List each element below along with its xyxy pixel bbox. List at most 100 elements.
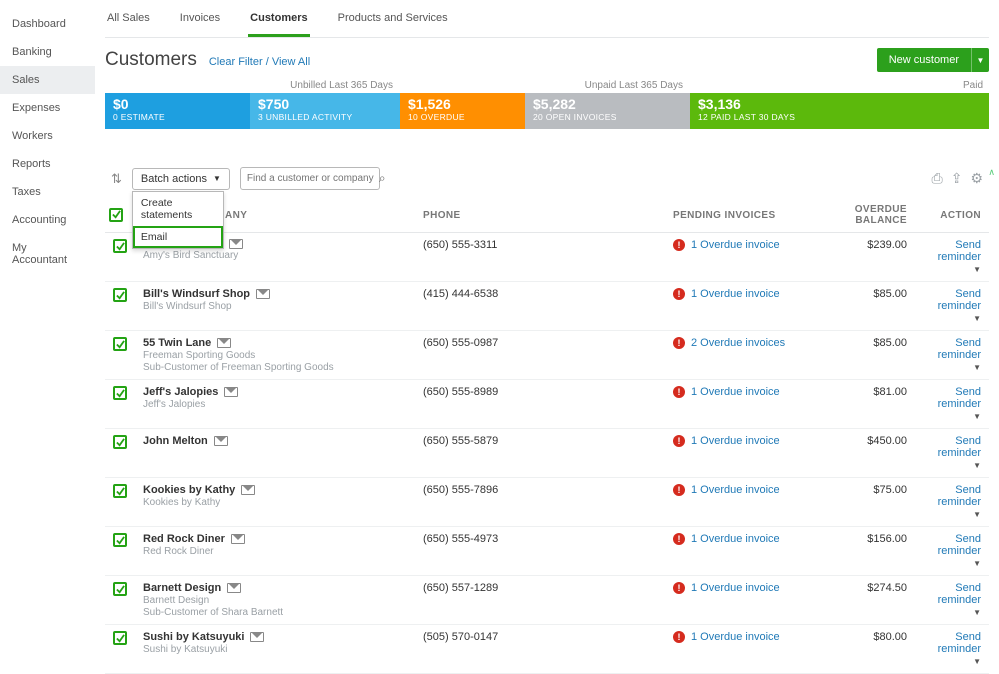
send-reminder-action[interactable]: Send reminder (923, 386, 981, 410)
tab-products-and-services[interactable]: Products and Services (336, 4, 450, 37)
pending-invoice-link[interactable]: 1 Overdue invoice (691, 239, 780, 251)
customer-name[interactable]: Barnett Design (143, 582, 221, 594)
row-checkbox[interactable] (113, 239, 127, 253)
tab-customers[interactable]: Customers (248, 4, 309, 37)
tab-invoices[interactable]: Invoices (178, 4, 222, 37)
customer-sub: Amy's Bird Sanctuary (143, 250, 407, 261)
mail-icon[interactable] (241, 485, 255, 495)
mail-icon[interactable] (231, 534, 245, 544)
action-dropdown[interactable]: ▼ (973, 314, 981, 323)
send-reminder-action[interactable]: Send reminder (923, 484, 981, 508)
customer-phone: (650) 555-0987 (415, 331, 665, 380)
col-header-overdue: OVERDUE BALANCE (815, 198, 915, 233)
mail-icon[interactable] (250, 632, 264, 642)
select-all-checkbox[interactable] (109, 208, 123, 222)
kpi-sub: 10 OVERDUE (408, 112, 517, 122)
pending-invoice-link[interactable]: 1 Overdue invoice (691, 386, 780, 398)
action-dropdown[interactable]: ▼ (973, 412, 981, 421)
action-dropdown[interactable]: ▼ (973, 265, 981, 274)
clear-filter-link[interactable]: Clear Filter / View All (209, 56, 310, 68)
customer-phone: (650) 555-5879 (415, 429, 665, 478)
settings-icon[interactable]: ⚙ (970, 170, 983, 187)
customer-name[interactable]: Jeff's Jalopies (143, 386, 218, 398)
mail-icon[interactable] (227, 583, 241, 593)
sidebar-item-accounting[interactable]: Accounting (0, 206, 95, 234)
batch-actions-menu: Create statements Email (132, 191, 224, 249)
search-icon[interactable]: ⌕ (379, 171, 386, 186)
batch-actions-button[interactable]: Batch actions ▼ Create statements Email (132, 168, 230, 190)
action-dropdown[interactable]: ▼ (973, 510, 981, 519)
batch-menu-email[interactable]: Email (133, 226, 223, 248)
pending-invoice-link[interactable]: 1 Overdue invoice (691, 533, 780, 545)
sidebar-item-taxes[interactable]: Taxes (0, 178, 95, 206)
pending-invoice-link[interactable]: 2 Overdue invoices (691, 337, 785, 349)
export-icon[interactable]: ⇪ (951, 170, 963, 187)
send-reminder-action[interactable]: Send reminder (923, 435, 981, 459)
overdue-balance: $81.00 (815, 380, 915, 429)
mail-icon[interactable] (217, 338, 231, 348)
customer-name[interactable]: Kookies by Kathy (143, 484, 235, 496)
customer-name[interactable]: John Melton (143, 435, 208, 447)
mail-icon[interactable] (214, 436, 228, 446)
filter-icon[interactable]: ⇅ (111, 171, 122, 187)
search-input[interactable] (247, 173, 379, 184)
kpi-card-1[interactable]: $7503 UNBILLED ACTIVITY (250, 93, 400, 129)
print-icon[interactable]: ⎙ (932, 170, 943, 187)
kpi-card-4[interactable]: $3,13612 PAID LAST 30 DAYS (690, 93, 989, 129)
pending-invoice-link[interactable]: 1 Overdue invoice (691, 484, 780, 496)
kpi-card-2[interactable]: $1,52610 OVERDUE (400, 93, 525, 129)
sidebar-item-banking[interactable]: Banking (0, 38, 95, 66)
row-checkbox[interactable] (113, 484, 127, 498)
scroll-up-icon[interactable]: ∧ (988, 167, 995, 178)
row-checkbox[interactable] (113, 337, 127, 351)
sidebar-item-expenses[interactable]: Expenses (0, 94, 95, 122)
sidebar-item-sales[interactable]: Sales (0, 66, 95, 94)
sidebar-item-dashboard[interactable]: Dashboard (0, 10, 95, 38)
tab-all-sales[interactable]: All Sales (105, 4, 152, 37)
action-dropdown[interactable]: ▼ (973, 657, 981, 666)
mail-icon[interactable] (229, 239, 243, 249)
pending-invoice-link[interactable]: 1 Overdue invoice (691, 435, 780, 447)
send-reminder-action[interactable]: Send reminder (923, 239, 981, 263)
kpi-card-3[interactable]: $5,28220 OPEN INVOICES (525, 93, 690, 129)
mail-icon[interactable] (224, 387, 238, 397)
row-checkbox[interactable] (113, 435, 127, 449)
new-customer-button[interactable]: New customer (877, 48, 971, 72)
mail-icon[interactable] (256, 289, 270, 299)
batch-menu-create-statements[interactable]: Create statements (133, 192, 223, 226)
customer-name[interactable]: 55 Twin Lane (143, 337, 211, 349)
send-reminder-action[interactable]: Send reminder (923, 288, 981, 312)
kpi-card-0[interactable]: $00 ESTIMATE (105, 93, 250, 129)
search-box[interactable]: ⌕ (240, 167, 380, 190)
customer-name[interactable]: Bill's Windsurf Shop (143, 288, 250, 300)
send-reminder-action[interactable]: Send reminder (923, 582, 981, 606)
sidebar-item-my-accountant[interactable]: My Accountant (0, 234, 95, 274)
new-customer-dropdown[interactable]: ▼ (971, 48, 989, 72)
row-checkbox[interactable] (113, 288, 127, 302)
pending-invoice-link[interactable]: 1 Overdue invoice (691, 582, 780, 594)
row-checkbox[interactable] (113, 533, 127, 547)
sidebar-item-workers[interactable]: Workers (0, 122, 95, 150)
row-checkbox[interactable] (113, 631, 127, 645)
pending-invoice-link[interactable]: 1 Overdue invoice (691, 631, 780, 643)
action-dropdown[interactable]: ▼ (973, 608, 981, 617)
row-checkbox[interactable] (113, 582, 127, 596)
pending-invoice-link[interactable]: 1 Overdue invoice (691, 288, 780, 300)
alert-icon: ! (673, 337, 685, 349)
send-reminder-action[interactable]: Send reminder (923, 533, 981, 557)
chevron-down-icon: ▼ (213, 174, 221, 183)
customer-phone: (650) 555-3311 (415, 233, 665, 282)
table-row: Jeff's Jalopies Jeff's Jalopies(650) 555… (105, 380, 989, 429)
send-reminder-action[interactable]: Send reminder (923, 337, 981, 361)
action-dropdown[interactable]: ▼ (973, 559, 981, 568)
sidebar-item-reports[interactable]: Reports (0, 150, 95, 178)
customer-phone: (650) 555-7896 (415, 478, 665, 527)
customer-name[interactable]: Sushi by Katsuyuki (143, 631, 244, 643)
action-dropdown[interactable]: ▼ (973, 461, 981, 470)
customer-name[interactable]: Red Rock Diner (143, 533, 225, 545)
send-reminder-action[interactable]: Send reminder (923, 631, 981, 655)
kpi-group-label-paid: Paid (689, 80, 989, 91)
row-checkbox[interactable] (113, 386, 127, 400)
action-dropdown[interactable]: ▼ (973, 363, 981, 372)
kpi-sub: 12 PAID LAST 30 DAYS (698, 112, 981, 122)
